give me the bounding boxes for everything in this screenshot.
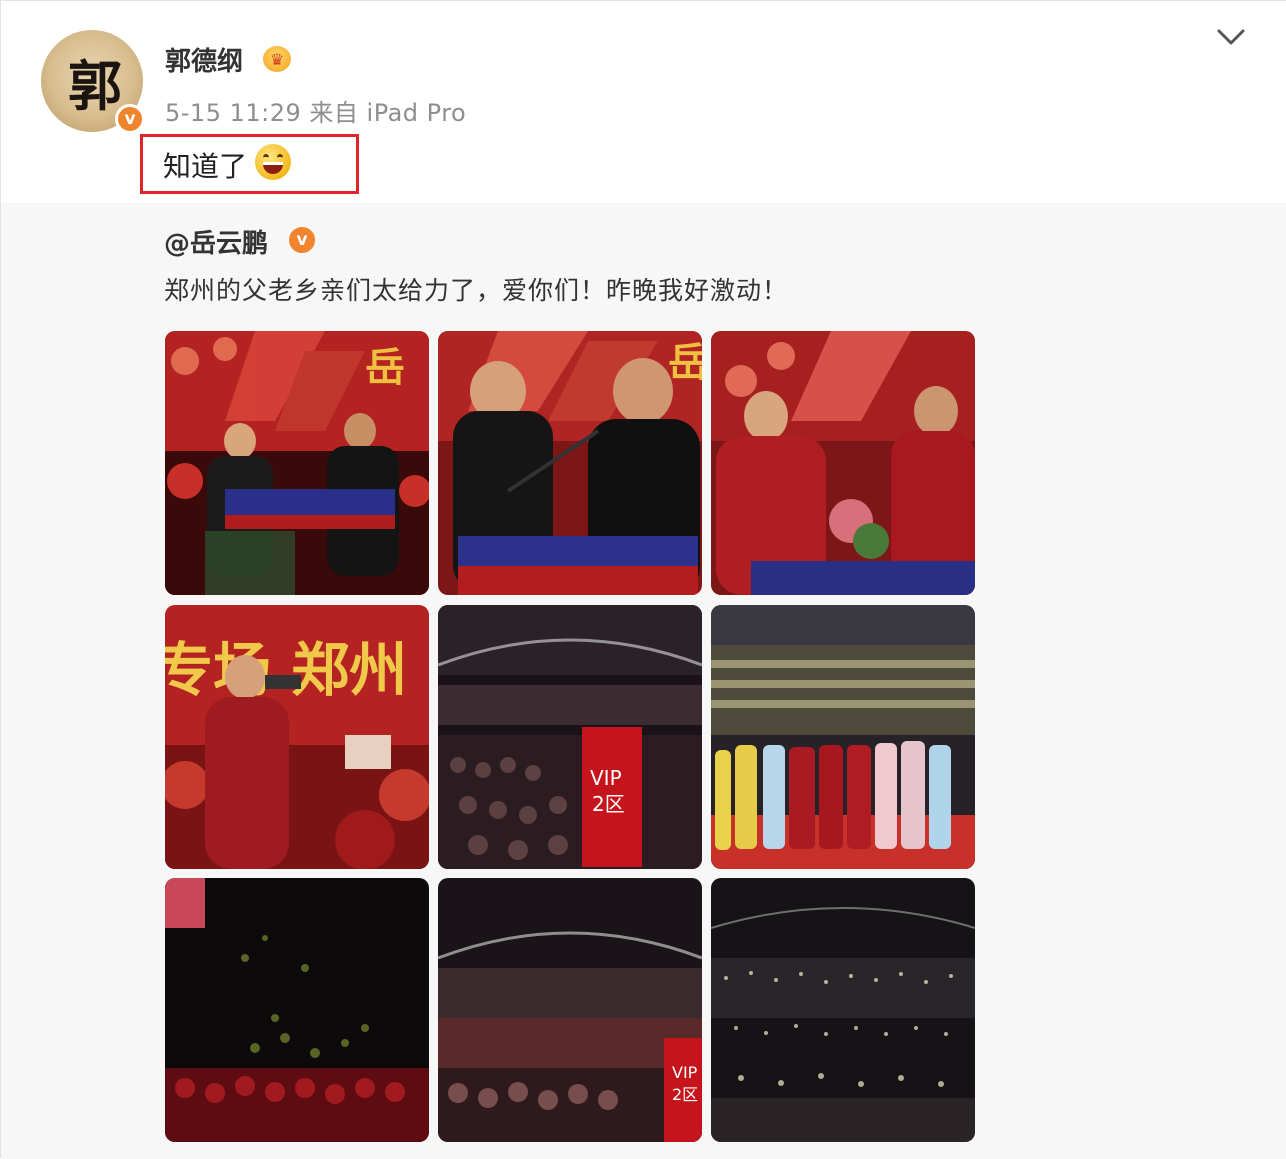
- photo-8-zone-text: 2区: [672, 1085, 698, 1104]
- photo-3[interactable]: [711, 331, 975, 595]
- photo-5-vip-text: VIP: [590, 766, 622, 790]
- photo-9[interactable]: [711, 878, 975, 1142]
- photo-5[interactable]: VIP 2区: [438, 605, 702, 869]
- photo-6[interactable]: [711, 605, 975, 869]
- repost-author[interactable]: @岳云鹏: [164, 223, 268, 260]
- repost-text: 郑州的父老乡亲们太给力了，爱你们！昨晚我好激动！: [164, 276, 789, 305]
- weibo-post-card: 郭 v 郭德纲 ♛ 5-15 11:29 来自 iPad Pro 知道了 @岳云…: [0, 0, 1286, 1159]
- post-header: 郭 v 郭德纲 ♛ 5-15 11:29 来自 iPad Pro 知道了: [1, 1, 1286, 203]
- verified-badge-icon: v: [115, 104, 145, 134]
- post-source: 来自 iPad Pro: [309, 99, 467, 127]
- author-name[interactable]: 郭德纲: [165, 41, 243, 78]
- photo-8-vip-text: VIP: [672, 1063, 698, 1082]
- chevron-down-icon[interactable]: [1213, 23, 1249, 51]
- photo-4-banner-text: 专场 郑州: [165, 636, 407, 704]
- photo-2[interactable]: 岳: [438, 331, 702, 595]
- photo-1[interactable]: 岳: [165, 331, 429, 595]
- photo-2-banner-text: 岳: [668, 339, 702, 386]
- post-timestamp[interactable]: 5-15 11:29: [165, 99, 301, 127]
- member-crown-icon[interactable]: ♛: [263, 46, 291, 72]
- post-meta: 5-15 11:29 来自 iPad Pro: [165, 93, 466, 128]
- photo-5-zone-text: 2区: [592, 792, 625, 816]
- repost-verified-badge-icon: v: [287, 225, 317, 255]
- laughing-emoji-icon: [255, 144, 291, 180]
- photo-7[interactable]: [165, 878, 429, 1142]
- post-text: 知道了: [163, 150, 248, 183]
- photo-4[interactable]: 专场 郑州: [165, 605, 429, 869]
- photo-8[interactable]: VIP 2区: [438, 878, 702, 1142]
- photo-1-banner-text: 岳: [365, 344, 405, 391]
